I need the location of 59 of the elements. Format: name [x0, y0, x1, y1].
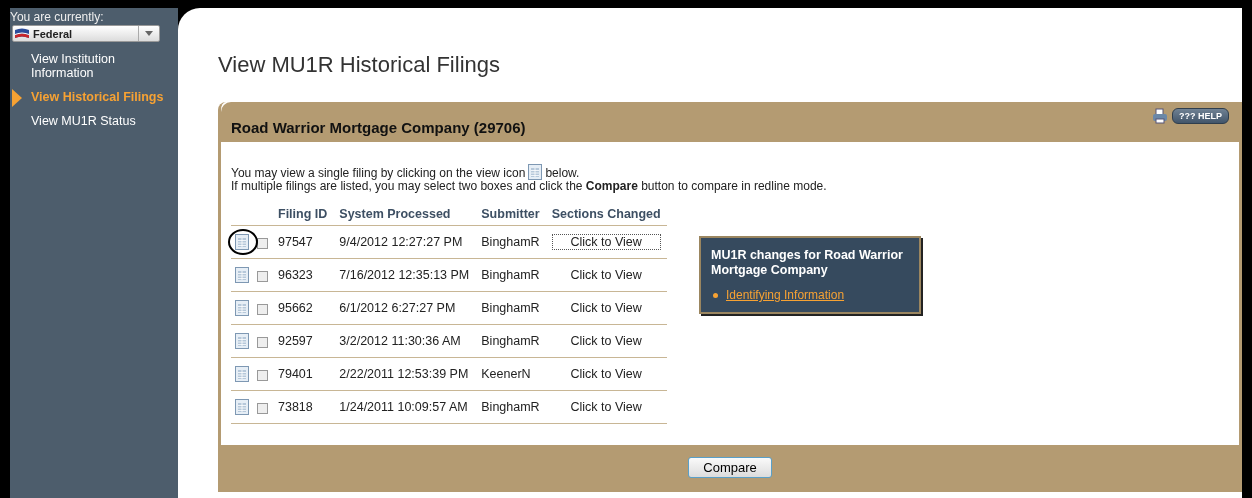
view-document-icon[interactable]	[235, 333, 249, 349]
table-cell: 97547	[278, 235, 313, 249]
click-to-view-link[interactable]: Click to View	[551, 300, 661, 316]
view-document-icon[interactable]	[235, 300, 249, 316]
intro-text: below.	[545, 167, 580, 180]
table-cell: 6/1/2012 6:27:27 PM	[339, 301, 456, 315]
view-document-icon[interactable]	[235, 366, 249, 382]
flag-icon	[15, 27, 29, 40]
row-checkbox[interactable]	[257, 304, 268, 315]
click-to-view-link[interactable]: Click to View	[551, 366, 661, 382]
table-cell: 3/2/2012 11:30:36 AM	[339, 334, 461, 348]
row-checkbox[interactable]	[257, 403, 268, 414]
table-cell: KeenerN	[481, 367, 531, 381]
sidebar-link[interactable]: View MU1R Status	[10, 114, 178, 128]
table-cell: 73818	[278, 400, 313, 414]
context-label: You are currently:	[10, 9, 105, 24]
click-to-view-link[interactable]: Click to View	[551, 333, 661, 349]
table-cell: BinghamR	[481, 268, 540, 282]
column-header: System Processed	[333, 203, 476, 226]
intro-text: You may view a single filing by clicking on the view icon	[231, 167, 526, 180]
table-cell: BinghamR	[481, 301, 540, 315]
click-to-view-link[interactable]: Click to View	[551, 234, 661, 250]
row-checkbox[interactable]	[257, 337, 268, 348]
table-cell: BinghamR	[481, 400, 540, 414]
table-cell: 79401	[278, 367, 313, 381]
sidebar-link[interactable]: View Institution Information	[10, 52, 178, 80]
row-checkbox[interactable]	[257, 370, 268, 381]
column-header: Sections Changed	[545, 203, 667, 226]
table-cell: 2/22/2011 12:53:39 PM	[339, 367, 469, 381]
panel-title: Road Warrior Mortgage Company (29706)	[231, 119, 526, 136]
click-to-view-link[interactable]: Click to View	[551, 399, 661, 415]
page-title: View MU1R Historical Filings	[218, 52, 501, 78]
printer-icon[interactable]	[1152, 108, 1168, 124]
intro-text: If multiple filings are listed, you may select two boxes and click the Compare button to compare in redline mode.	[231, 180, 828, 193]
row-checkbox[interactable]	[257, 271, 268, 282]
row-checkbox[interactable]	[257, 238, 268, 249]
compare-button[interactable]: Compare	[688, 456, 772, 478]
table-cell: 95662	[278, 301, 313, 315]
view-document-icon[interactable]	[235, 267, 249, 283]
caret-icon	[145, 31, 153, 36]
popup-title: MU1R changes for Road Warrior Mortgage Company	[711, 248, 904, 278]
table-cell: 92597	[278, 334, 313, 348]
table-cell: BinghamR	[481, 334, 540, 348]
context-dropdown[interactable]: Federal	[12, 25, 160, 42]
arrow-icon	[12, 89, 22, 107]
document-icon	[528, 164, 543, 180]
section-link[interactable]: Identifying Information	[726, 288, 845, 302]
table-cell: 7/16/2012 12:35:13 PM	[339, 268, 470, 282]
view-document-icon[interactable]	[235, 234, 249, 250]
help-button[interactable]: ??? HELP	[1172, 108, 1229, 124]
bullet-icon	[713, 292, 718, 298]
table-cell: 96323	[278, 268, 313, 282]
click-to-view-link[interactable]: Click to View	[551, 267, 661, 283]
column-header: Submitter	[475, 203, 546, 226]
table-cell: BinghamR	[481, 235, 540, 249]
view-document-icon[interactable]	[235, 399, 249, 415]
table-cell: 1/24/2011 10:09:57 AM	[339, 400, 468, 414]
table-cell: 9/4/2012 12:27:27 PM	[339, 235, 463, 249]
column-header: Filing ID	[272, 203, 334, 226]
